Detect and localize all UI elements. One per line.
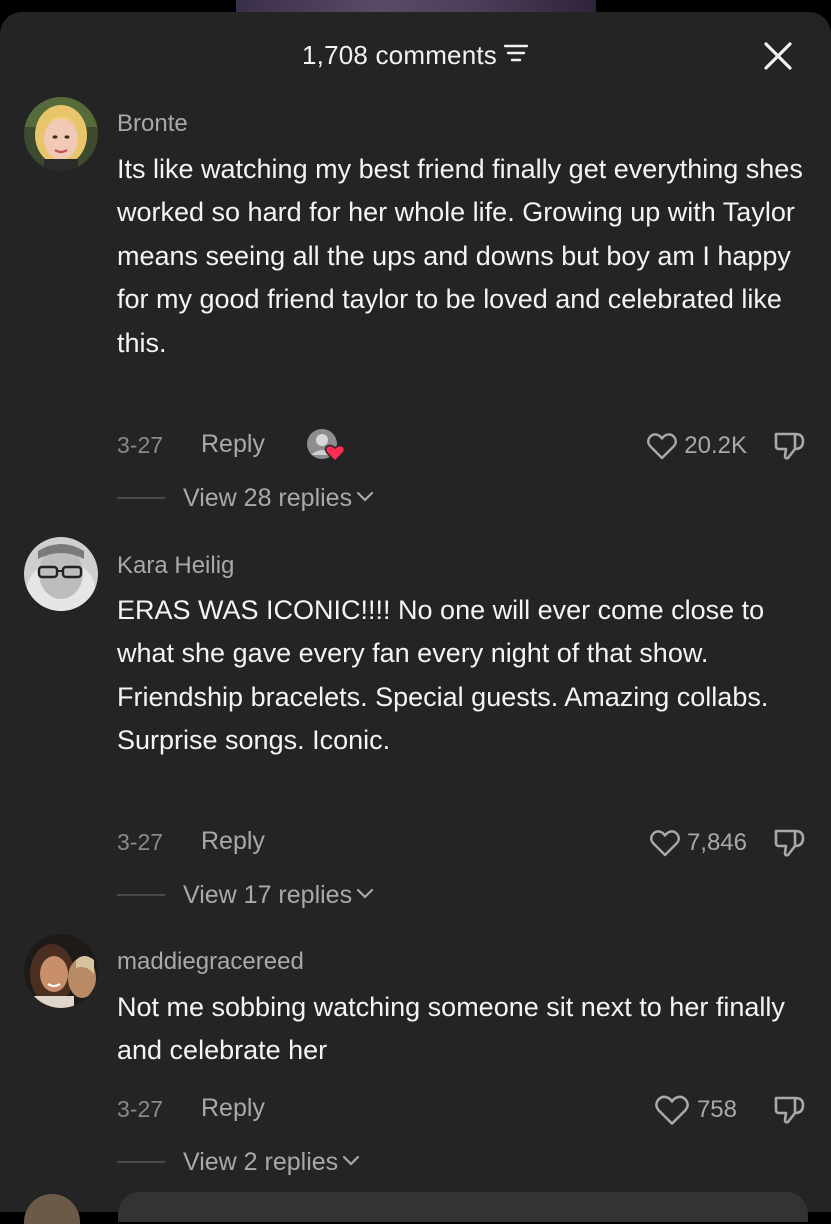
dislike-icon[interactable]: [773, 827, 807, 859]
replies-divider: [117, 1161, 165, 1163]
comment-input-bar: [0, 1192, 831, 1224]
avatar[interactable]: [24, 97, 98, 171]
replies-divider: [117, 894, 165, 896]
comment-text: Not me sobbing watching someone sit next…: [117, 992, 785, 1066]
reply-button[interactable]: Reply: [201, 1094, 265, 1123]
replies-divider: [117, 497, 165, 499]
close-button[interactable]: [760, 38, 796, 74]
comments-header: 1,708 comments: [0, 12, 831, 98]
view-replies[interactable]: View 28 replies: [117, 483, 374, 513]
close-icon: [764, 42, 792, 70]
comment-date: 3-27: [117, 829, 164, 855]
creator-liked-badge: [305, 427, 349, 463]
view-replies-label[interactable]: View 17 replies: [183, 881, 352, 910]
comment-input[interactable]: [118, 1192, 808, 1222]
chevron-down-icon: [342, 1153, 360, 1171]
like-group: 20.2K: [646, 429, 807, 463]
comment-meta: 3-27 Reply 7,846: [117, 826, 807, 860]
view-replies-label[interactable]: View 2 replies: [183, 1148, 338, 1177]
dislike-icon[interactable]: [773, 430, 807, 462]
heart-icon[interactable]: [646, 431, 678, 461]
reply-button[interactable]: Reply: [201, 827, 265, 856]
sort-icon[interactable]: [503, 40, 529, 71]
comment-text: Its like watching my best friend finally…: [117, 154, 803, 358]
comment-meta: 3-27 Reply 20.2K: [117, 429, 807, 463]
avatar[interactable]: [24, 934, 98, 1008]
like-count: 758: [696, 1096, 737, 1123]
dislike-icon[interactable]: [773, 1094, 807, 1126]
comments-title: 1,708 comments: [0, 40, 831, 71]
comments-sheet: 1,708 comments Bronte Its like watching …: [0, 12, 831, 1212]
view-replies[interactable]: View 2 replies: [117, 1147, 360, 1177]
like-group: 758: [653, 1093, 807, 1127]
view-replies-label[interactable]: View 28 replies: [183, 484, 352, 513]
heart-icon[interactable]: [653, 1093, 691, 1127]
like-count: 20.2K: [684, 432, 747, 459]
avatar[interactable]: [24, 537, 98, 611]
comment-meta: 3-27 Reply 758: [117, 1093, 807, 1127]
heart-icon[interactable]: [649, 828, 681, 858]
comment-username[interactable]: Bronte: [117, 109, 188, 139]
comment-username[interactable]: Kara Heilig: [117, 551, 234, 581]
comments-count-label: 1,708 comments: [301, 40, 497, 70]
comment-username[interactable]: maddiegracereed: [117, 947, 304, 977]
comment-date: 3-27: [117, 432, 164, 458]
like-count: 7,846: [686, 829, 747, 856]
avatar: [24, 1194, 80, 1224]
chevron-down-icon: [356, 489, 374, 507]
comment-date: 3-27: [117, 1096, 164, 1122]
reply-button[interactable]: Reply: [201, 430, 265, 459]
comment-text: ERAS WAS ICONIC!!!! No one will ever com…: [117, 595, 769, 756]
chevron-down-icon: [356, 886, 374, 904]
like-group: 7,846: [649, 826, 807, 860]
view-replies[interactable]: View 17 replies: [117, 880, 374, 910]
